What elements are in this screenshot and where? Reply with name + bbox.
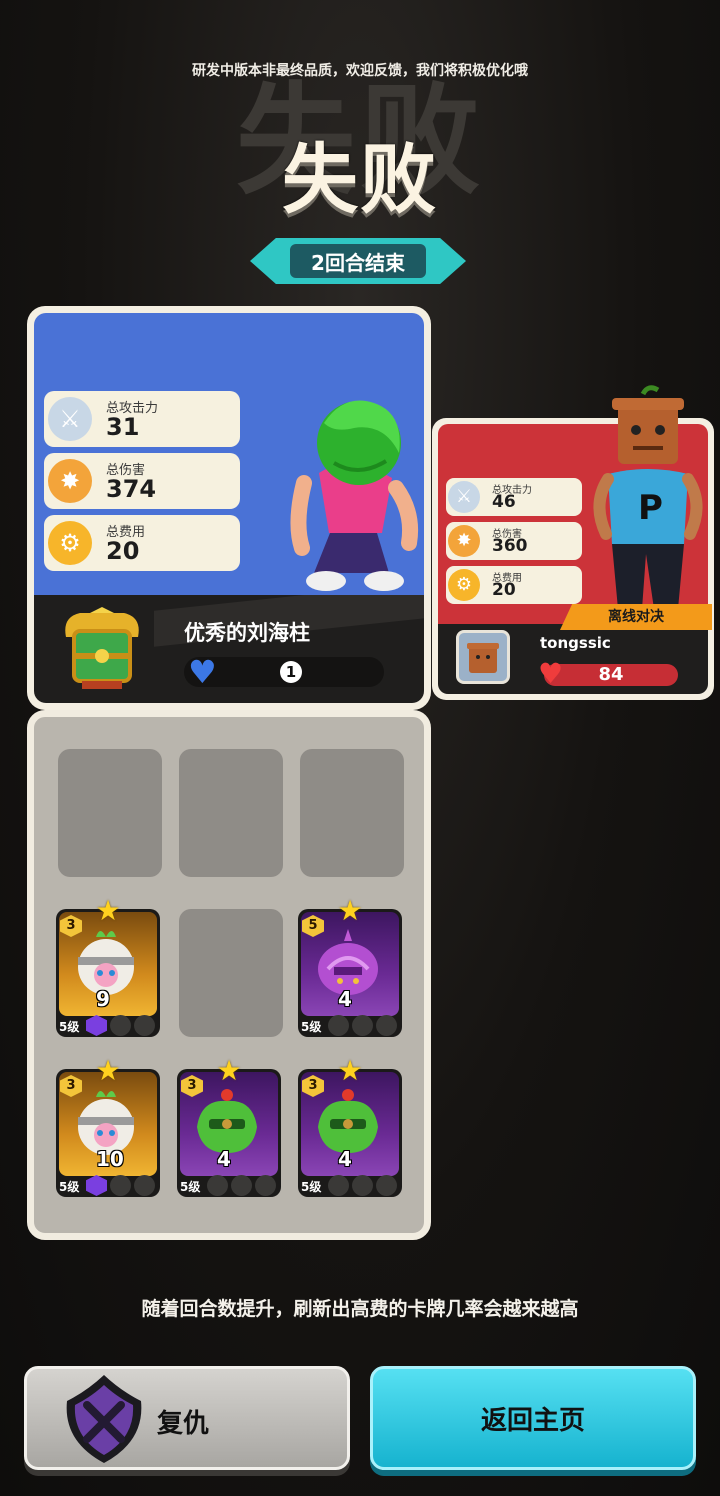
rank-chest-icon (65, 607, 139, 689)
star-icon: ★ (95, 894, 121, 927)
sword-fist-icon: ⚔ (48, 397, 92, 441)
opponent-hp-value: 84 (598, 664, 624, 685)
card-attack: 10 (96, 1147, 124, 1171)
opponent-stat-damage: ✸ 总伤害 360 (446, 522, 582, 560)
player-hp-bar: ♥ 1 (184, 653, 384, 691)
card-attack: 4 (338, 1147, 352, 1171)
opponent-name: tongssic (540, 634, 611, 652)
heart-icon: ♥ (188, 653, 217, 691)
player-hp-value: 1 (280, 661, 302, 683)
flowerpot-icon (467, 643, 499, 673)
round-banner-text: 2回合结束 (290, 244, 426, 278)
card-level: 5级 (59, 1020, 80, 1034)
player-card: ⚔ 总攻击力 31 ✸ 总伤害 374 ⚙ 总费用 20 优秀的刘海柱 ♥ 1 (27, 306, 431, 710)
gem-slots (86, 1175, 155, 1196)
player-stat-attack: ⚔ 总攻击力 31 (44, 391, 240, 447)
unit-card[interactable]: 3 ★ 4 5级 (177, 1057, 281, 1197)
gear-coin-icon: ⚙ (448, 569, 480, 601)
star-icon: ★ (337, 894, 363, 927)
crossed-swords-icon (66, 1375, 142, 1463)
opponent-stat-attack: ⚔ 总攻击力 46 (446, 478, 582, 516)
tip-text: 随着回合数提升，刷新出高费的卡牌几率会越来越高 (141, 1298, 579, 1320)
empty-slot[interactable] (300, 749, 404, 877)
gem-slots (328, 1175, 397, 1196)
card-attack: 4 (338, 987, 352, 1011)
empty-slot[interactable] (179, 909, 283, 1037)
card-board: 3 ★ 9 5级 5 ★ 4 5级 3 ★ 10 5级 3 ★ 4 5级 3 ★… (27, 710, 431, 1240)
player-character-image (290, 400, 419, 591)
offline-battle-tag: 离线对决 (560, 604, 712, 630)
opponent-stat-cost: ⚙ 总费用 20 (446, 566, 582, 604)
opponent-card[interactable]: P ⚔ 总攻击力 46 ✸ 总伤害 360 ⚙ 总费用 20 离线对决 tong… (432, 385, 714, 700)
revenge-button[interactable]: 复仇 (24, 1366, 350, 1470)
unit-card[interactable]: 3 ★ 10 5级 (56, 1057, 160, 1197)
player-stat-damage: ✸ 总伤害 374 (44, 453, 240, 509)
card-level: 5级 (59, 1180, 80, 1194)
star-icon: ★ (216, 1054, 242, 1087)
card-attack: 4 (217, 1147, 231, 1171)
unit-card[interactable]: 5 ★ 4 5级 (298, 897, 402, 1037)
gear-coin-icon: ⚙ (48, 521, 92, 565)
empty-slot[interactable] (58, 749, 162, 877)
opponent-avatar (456, 630, 510, 684)
star-icon: ★ (337, 1054, 363, 1087)
revenge-label: 复仇 (157, 1409, 210, 1439)
return-home-button[interactable]: 返回主页 (370, 1366, 696, 1470)
empty-slot[interactable] (179, 749, 283, 877)
svg-text:P: P (638, 488, 663, 528)
star-icon: ★ (95, 1054, 121, 1087)
gem-slots (86, 1015, 155, 1036)
card-level: 5级 (301, 1020, 322, 1034)
unit-card[interactable]: 3 ★ 4 5级 (298, 1057, 402, 1197)
explosion-target-icon: ✸ (48, 459, 92, 503)
card-attack: 9 (96, 987, 110, 1011)
round-banner: 2回合结束 (250, 238, 466, 284)
gem-slots (328, 1015, 397, 1036)
unit-card[interactable]: 3 ★ 9 5级 (56, 897, 160, 1037)
return-home-label: 返回主页 (480, 1405, 585, 1436)
gem-slots (207, 1175, 276, 1196)
card-level: 5级 (301, 1180, 322, 1194)
card-level: 5级 (180, 1180, 201, 1194)
opponent-character-image: P (593, 385, 703, 609)
player-stat-cost: ⚙ 总费用 20 (44, 515, 240, 571)
sword-fist-icon: ⚔ (448, 481, 480, 513)
player-name: 优秀的刘海柱 (184, 621, 310, 645)
explosion-target-icon: ✸ (448, 525, 480, 557)
opponent-hp-bar: ♥ 84 (538, 657, 678, 690)
result-title: 失败 (282, 135, 438, 224)
